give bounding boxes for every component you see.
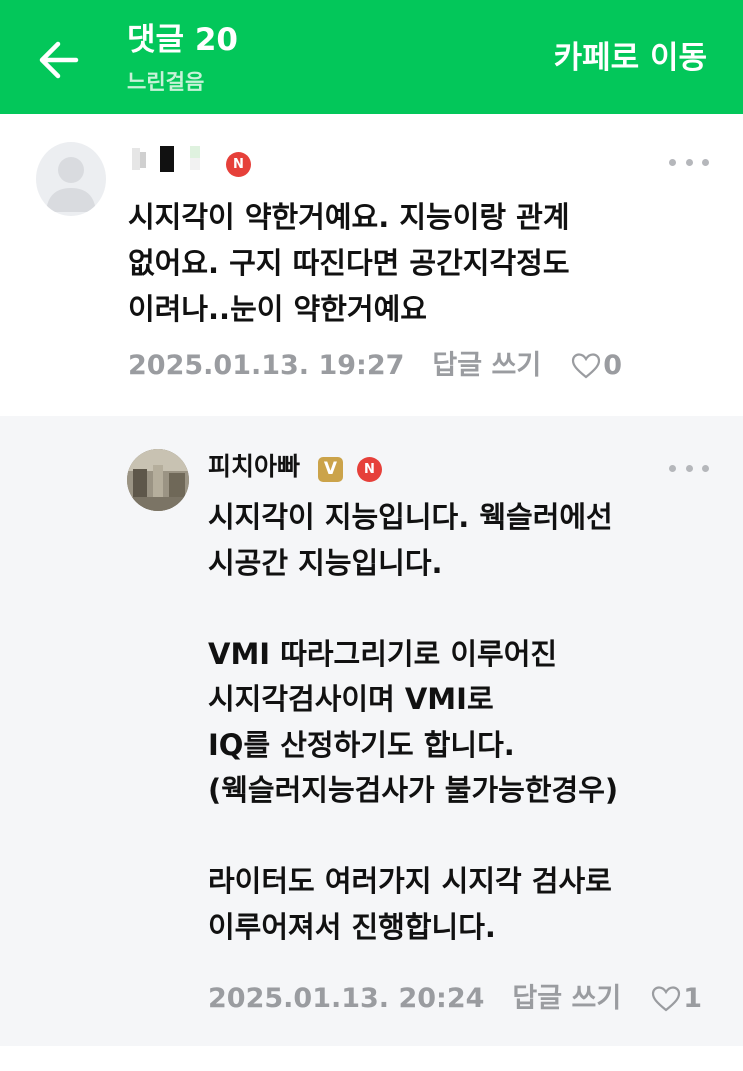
more-options-button[interactable] bbox=[669, 152, 709, 172]
reply-date: 2025.01.13. 20:24 bbox=[208, 983, 485, 1014]
avatar[interactable] bbox=[36, 142, 106, 216]
comment-body: 시지각이 약한거예요. 지능이랑 관계 없어요. 구지 따진다면 공간지각정도 … bbox=[128, 200, 570, 326]
reply-body: 시지각이 지능입니다. 웩슬러에선 시공간 지능입니다. VMI 따라그리기로 … bbox=[208, 500, 619, 944]
profile-photo-image bbox=[127, 449, 189, 511]
like-count: 0 bbox=[603, 350, 622, 381]
like-count: 1 bbox=[683, 983, 702, 1014]
pixelated-name-image bbox=[132, 146, 200, 172]
comment-date: 2025.01.13. 19:27 bbox=[128, 350, 405, 381]
write-reply-button[interactable]: 답글 쓰기 bbox=[512, 981, 621, 1017]
write-reply-button[interactable]: 답글 쓰기 bbox=[432, 348, 541, 384]
dot-icon bbox=[685, 158, 693, 166]
like-button[interactable]: 1 bbox=[651, 981, 702, 1017]
heart-icon bbox=[572, 353, 601, 379]
top-app-bar: 댓글 20 느린걸음 카페로 이동 bbox=[0, 0, 743, 114]
page-subtitle: 느린걸음 bbox=[127, 70, 205, 94]
bottom-spacer bbox=[0, 1046, 743, 1071]
comment-meta: 2025.01.13. 19:27 답글 쓰기 0 bbox=[128, 348, 622, 384]
reply-meta: 2025.01.13. 20:24 답글 쓰기 1 bbox=[208, 981, 702, 1017]
back-button[interactable] bbox=[28, 30, 88, 90]
go-to-cafe-button[interactable]: 카페로 이동 bbox=[554, 34, 707, 82]
reply-item: 피치아빠 V N 시지각이 지능입니다. 웩슬러에선 시공간 지능입니다. VM… bbox=[0, 416, 743, 1046]
comment-item: N 시지각이 약한거예요. 지능이랑 관계 없어요. 구지 따진다면 공간지각정… bbox=[0, 114, 743, 416]
page-title: 댓글 20 bbox=[127, 22, 238, 58]
level-badge: V bbox=[318, 457, 343, 482]
author-name[interactable]: 피치아빠 bbox=[208, 450, 300, 484]
new-badge: N bbox=[357, 457, 382, 482]
blurred-nickname[interactable] bbox=[130, 146, 210, 172]
dot-icon bbox=[669, 464, 676, 472]
more-options-button[interactable] bbox=[669, 458, 709, 478]
like-button[interactable]: 0 bbox=[571, 348, 622, 384]
dot-icon bbox=[702, 464, 709, 472]
new-badge: N bbox=[226, 152, 251, 177]
dot-icon bbox=[702, 158, 709, 166]
heart-icon bbox=[652, 986, 681, 1012]
dot-icon bbox=[685, 464, 693, 472]
default-profile-icon bbox=[46, 157, 96, 212]
back-arrow-icon bbox=[39, 41, 79, 79]
avatar[interactable] bbox=[127, 449, 189, 511]
dot-icon bbox=[669, 158, 676, 166]
